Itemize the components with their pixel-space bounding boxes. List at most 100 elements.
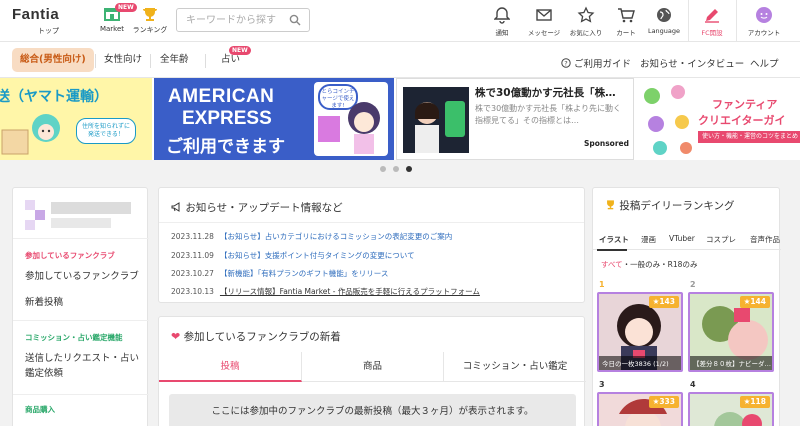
guide-link[interactable]: ? ご利用ガイド xyxy=(561,56,631,70)
bell-icon xyxy=(494,7,510,24)
news-date: 2023.10.27 xyxy=(171,269,214,278)
banner-creator-guide[interactable]: ファンティア クリエイターガイ 使い方・機能・運営のコツをまとめ xyxy=(638,78,800,160)
star-icon xyxy=(577,6,595,23)
category-tab-all-ages[interactable]: 全年齢 xyxy=(152,48,197,72)
ad-title: 株で30億動かす元社長「株… xyxy=(475,87,616,99)
ranking-tab-illust[interactable]: イラスト xyxy=(599,234,629,245)
daily-ranking-panel: 投稿デイリーランキング イラスト 漫画 VTuber コスプレ 音声作品 すべて… xyxy=(592,187,781,426)
banner4-line3: 使い方・機能・運営のコツをまとめ xyxy=(698,131,800,143)
nav-ranking[interactable]: ランキング xyxy=(130,6,170,35)
fantia-logo[interactable]: Fantia トップ xyxy=(12,6,59,35)
news-date: 2023.11.09 xyxy=(171,251,214,260)
rank-number: 3 xyxy=(599,380,605,389)
news-link[interactable]: 【お知らせ】占いカテゴリにおけるコミッションの表記変更のご案内 xyxy=(220,232,452,241)
carousel-dot-3[interactable] xyxy=(406,166,412,172)
account-avatar-icon xyxy=(756,7,772,23)
banner1-bubble: 住所を知られずに発送できる！ xyxy=(76,118,136,144)
guide-link-label: ご利用ガイド xyxy=(574,59,632,70)
account-label: アカウント xyxy=(747,29,781,37)
ranking-tab-cosplay[interactable]: コスプレ xyxy=(706,234,736,245)
news-link[interactable]: 【リリース情報】Fantia Market - 作品販売を手軽に行えるプラットフ… xyxy=(220,287,480,296)
nav-favorites[interactable]: お気に入り xyxy=(566,6,606,37)
creator-characters-illustration xyxy=(644,85,692,155)
banner-amex[interactable]: AMERICAN EXPRESS ご利用できます とらコインチャージで使えます! xyxy=(154,78,394,160)
sidebar-item-new-posts[interactable]: 新着投稿 xyxy=(25,295,143,310)
header-divider xyxy=(688,0,689,42)
ranking-title-text: 投稿デイリーランキング xyxy=(619,200,735,212)
nav-fc-open[interactable]: FC開設 xyxy=(694,6,730,37)
sidebar-item-joined-fanclubs[interactable]: 参加しているファンクラブ xyxy=(25,269,143,284)
news-item[interactable]: 2023.11.09 【お知らせ】支援ポイント付与タイミングの変更について xyxy=(171,250,415,261)
cart-icon xyxy=(618,8,635,23)
banner-carousel[interactable]: 送（ヤマト運輸） 住所を知られずに発送できる！ AMERICAN EXPRESS… xyxy=(0,78,800,160)
svg-text:?: ? xyxy=(564,60,567,68)
tab-commission[interactable]: コミッション・占い鑑定 xyxy=(444,352,586,382)
blurred-user-profile xyxy=(25,200,131,230)
news-date: 2023.10.13 xyxy=(171,287,214,296)
ranking-thumb-1[interactable]: ★143 今日の一枚3836 (1/2) xyxy=(597,292,683,372)
ranking-title: 投稿デイリーランキング xyxy=(605,198,735,213)
banner-shipping[interactable]: 送（ヤマト運輸） 住所を知られずに発送できる！ xyxy=(0,78,152,160)
search-box[interactable] xyxy=(176,8,310,32)
header-divider-2 xyxy=(736,0,737,42)
heart-icon: ❤ xyxy=(171,330,181,343)
banner-ad-sponsored[interactable]: 株で30億動かす元社長「株… 株で30億動かす元社長「株より先に動く指標見てる」… xyxy=(396,78,634,160)
nav-language[interactable]: Language xyxy=(646,6,682,35)
ranking-tab-audio[interactable]: 音声作品 xyxy=(750,234,780,245)
news-item[interactable]: 2023.11.28 【お知らせ】占いカテゴリにおけるコミッションの表記変更のご案… xyxy=(171,231,452,242)
nav-market-label: Market xyxy=(99,25,125,33)
nav-notifications[interactable]: 通知 xyxy=(487,6,517,37)
trophy-icon xyxy=(143,8,157,21)
messages-label: メッセージ xyxy=(527,29,561,37)
news-item[interactable]: 2023.10.27 【新機能】「有料プランのギフト機能」をリリース xyxy=(171,268,388,279)
nav-ranking-label: ランキング xyxy=(132,26,168,34)
favorites-label: お気に入り xyxy=(569,29,603,37)
banner4-line1: ファンティア xyxy=(712,98,778,111)
ad-description: 株で30億動かす元社長「株より先に動く指標見てる」その指標とは… xyxy=(475,104,622,125)
rank-number: 1 xyxy=(599,280,605,289)
nav-account[interactable]: アカウント xyxy=(740,6,788,37)
sidebar-divider xyxy=(13,320,149,321)
nav-messages[interactable]: メッセージ xyxy=(524,6,564,37)
search-input[interactable] xyxy=(177,9,285,31)
ranking-thumb-3[interactable]: ★333 xyxy=(597,392,683,426)
sidebar-section-commission: コミッション・占い鑑定機能 xyxy=(25,333,123,342)
category-tab-general-male[interactable]: 総合(男性向け) xyxy=(12,48,94,72)
ranking-tab-manga[interactable]: 漫画 xyxy=(641,234,656,245)
nav-market[interactable]: NEW Market xyxy=(92,3,137,33)
ranking-thumb-4[interactable]: ★118 xyxy=(688,392,774,426)
fanclub-feed-panel: ❤ 参加しているファンクラブの新着 投稿 商品 コミッション・占い鑑定 ここには… xyxy=(158,316,586,426)
top-header: Fantia トップ NEW Market ランキング 通知 メッセージ お気に… xyxy=(0,0,800,42)
news-interview-link[interactable]: お知らせ・インタビュー xyxy=(640,56,744,70)
news-link[interactable]: 【新機能】「有料プランのギフト機能」をリリース xyxy=(220,269,388,278)
sidebar-item-sent-requests[interactable]: 送信したリクエスト・占い鑑定依頼 xyxy=(25,351,143,381)
news-item[interactable]: 2023.10.13 【リリース情報】Fantia Market - 作品販売を手… xyxy=(171,286,480,297)
star-count: 118 xyxy=(750,397,766,406)
banner2-line3: ご利用できます xyxy=(166,137,285,157)
filter-all[interactable]: すべて xyxy=(601,260,623,269)
fortune-new-badge: NEW xyxy=(229,46,251,55)
carousel-dot-2[interactable] xyxy=(393,166,399,172)
filter-rest[interactable]: ・一般のみ・R18のみ xyxy=(623,260,698,269)
banner2-line2: EXPRESS xyxy=(182,108,272,129)
fanclub-feed-title: ❤ 参加しているファンクラブの新着 xyxy=(171,329,341,344)
search-icon[interactable] xyxy=(289,14,301,26)
ranking-filter[interactable]: すべて・一般のみ・R18のみ xyxy=(601,259,697,270)
ranking-tab-vtuber[interactable]: VTuber xyxy=(669,234,695,243)
star-count-badge: ★118 xyxy=(739,396,770,408)
tab-products[interactable]: 商品 xyxy=(302,352,444,382)
category-bar: 総合(男性向け) 女性向け 全年齢 占い NEW ? ご利用ガイド お知らせ・イ… xyxy=(0,42,800,78)
ranking-thumb-2[interactable]: ★144 【差分８０枚】ナビーダ… xyxy=(688,292,774,372)
tab-posts[interactable]: 投稿 xyxy=(159,352,302,382)
help-link[interactable]: ヘルプ xyxy=(750,56,779,70)
carousel-dot-1[interactable] xyxy=(380,166,386,172)
star-count-badge: ★333 xyxy=(648,396,679,408)
nav-top-label: トップ xyxy=(38,27,59,35)
star-count: 333 xyxy=(659,397,675,406)
notifications-label: 通知 xyxy=(495,29,509,37)
sidebar-section-fanclubs: 参加しているファンクラブ xyxy=(25,251,115,260)
ranking-tab-indicator xyxy=(597,249,627,251)
category-tab-female[interactable]: 女性向け xyxy=(96,48,150,72)
news-link[interactable]: 【お知らせ】支援ポイント付与タイミングの変更について xyxy=(220,251,415,260)
nav-cart[interactable]: カート xyxy=(611,6,641,37)
